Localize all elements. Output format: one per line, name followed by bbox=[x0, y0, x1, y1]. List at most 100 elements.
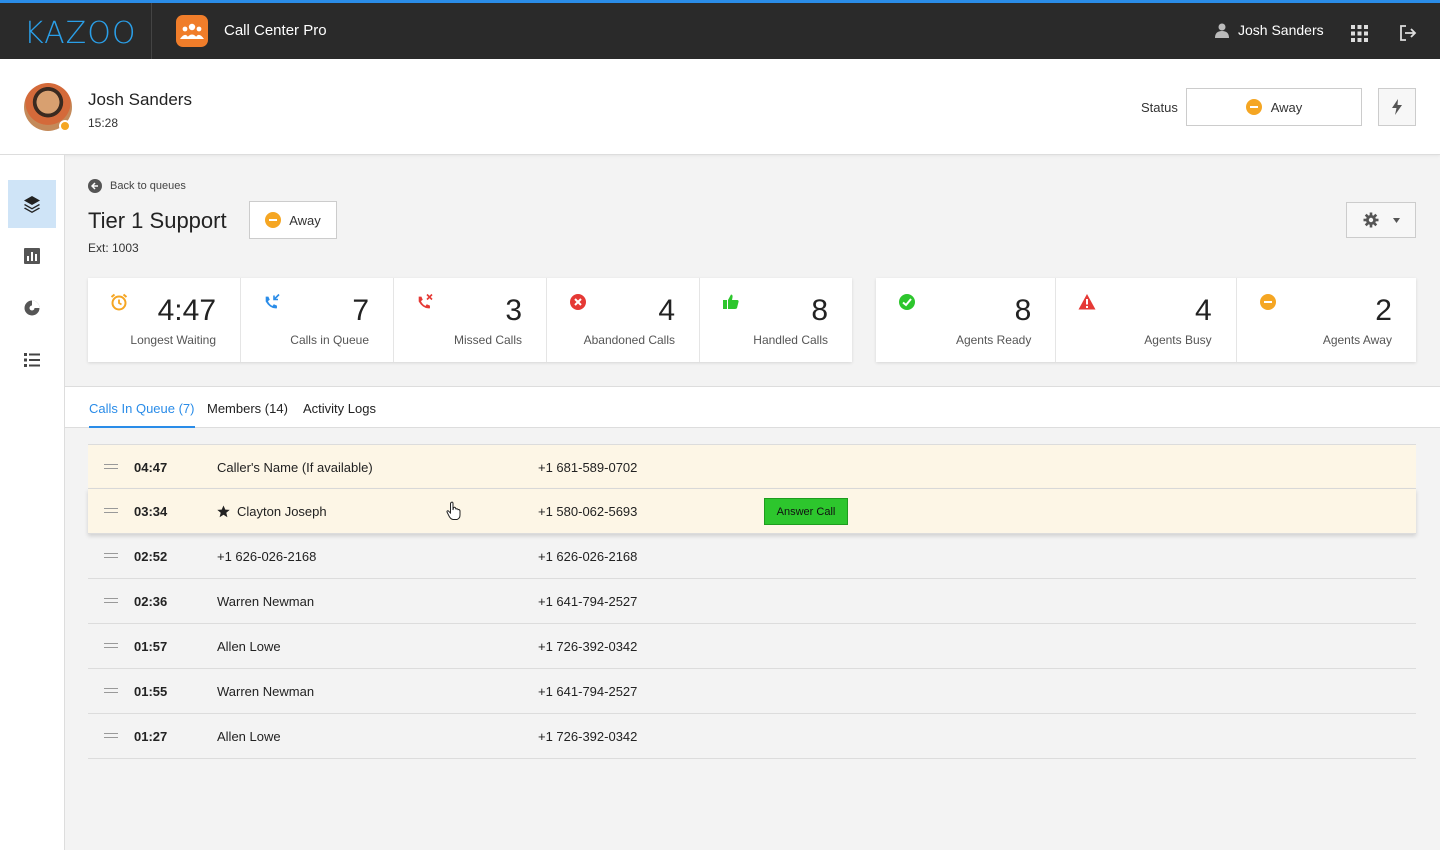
back-to-queues-label: Back to queues bbox=[110, 180, 186, 192]
drag-handle-icon[interactable] bbox=[104, 733, 118, 738]
answer-call-button[interactable]: Answer Call bbox=[764, 498, 848, 525]
queue-settings-button[interactable] bbox=[1346, 202, 1416, 238]
caller-name: Caller's Name (If available) bbox=[217, 460, 373, 475]
stat-value: 3 bbox=[505, 294, 522, 327]
stat-agents-ready: 8 Agents Ready bbox=[876, 278, 1057, 362]
drag-handle-icon[interactable] bbox=[104, 598, 118, 603]
stat-label: Missed Calls bbox=[453, 333, 522, 347]
stat-value: 8 bbox=[811, 294, 828, 327]
stat-value: 7 bbox=[352, 294, 369, 327]
drag-handle-icon[interactable] bbox=[104, 688, 118, 693]
caller-name: Warren Newman bbox=[217, 684, 314, 699]
stat-label: Abandoned Calls bbox=[583, 333, 675, 347]
drag-handle-icon[interactable] bbox=[104, 643, 118, 648]
stat-calls-in-queue: 7 Calls in Queue bbox=[241, 278, 394, 362]
call-row[interactable]: 02:36 Warren Newman +1 641-794-2527 bbox=[88, 579, 1416, 624]
status-label: Status bbox=[1141, 100, 1178, 115]
call-wait-time: 02:52 bbox=[134, 549, 168, 564]
agent-timer: 15:28 bbox=[88, 116, 119, 130]
avatar[interactable] bbox=[24, 83, 72, 132]
sidebar-item-reports[interactable] bbox=[8, 232, 56, 280]
call-wait-time: 03:34 bbox=[134, 504, 168, 519]
bar-chart-icon bbox=[24, 248, 40, 264]
call-row[interactable]: 01:57 Allen Lowe +1 726-392-0342 bbox=[88, 624, 1416, 669]
stat-handled-calls: 8 Handled Calls bbox=[700, 278, 852, 362]
call-row[interactable]: 01:27 Allen Lowe +1 726-392-0342 bbox=[88, 714, 1416, 759]
queue-status-value: Away bbox=[289, 212, 321, 228]
call-row[interactable]: 04:47 Caller's Name (If available) +1 68… bbox=[88, 444, 1416, 489]
star-icon bbox=[217, 505, 230, 518]
pie-chart-icon bbox=[24, 300, 40, 316]
agent-status-value: Away bbox=[1270, 99, 1303, 115]
sidebar-item-queues[interactable] bbox=[8, 180, 56, 228]
drag-handle-icon[interactable] bbox=[104, 553, 118, 558]
tab-calls-in-queue[interactable]: Calls In Queue (7) bbox=[89, 401, 195, 428]
apps-grid-icon[interactable] bbox=[1351, 25, 1368, 42]
top-user-menu[interactable]: Josh Sanders bbox=[1215, 22, 1324, 38]
agent-header: Josh Sanders 15:28 Status Away bbox=[0, 59, 1440, 155]
minus-circle-icon bbox=[1259, 294, 1276, 310]
call-wait-time: 04:47 bbox=[134, 460, 168, 475]
caret-down-icon bbox=[1392, 217, 1400, 223]
queue-tabs: Calls In Queue (7) Members (14) Activity… bbox=[65, 386, 1440, 428]
drag-handle-icon[interactable] bbox=[104, 464, 118, 469]
layers-icon bbox=[24, 196, 40, 213]
stat-label: Handled Calls bbox=[753, 333, 828, 347]
away-status-icon bbox=[265, 212, 282, 228]
stat-value: 2 bbox=[1375, 294, 1392, 327]
queue-status-button[interactable]: Away bbox=[249, 201, 337, 239]
caller-name: Allen Lowe bbox=[217, 729, 281, 744]
back-to-queues-link[interactable]: Back to queues bbox=[88, 179, 186, 193]
caller-name-text: Caller's Name (If available) bbox=[217, 460, 373, 475]
app-title: Call Center Pro bbox=[224, 22, 327, 39]
caller-number: +1 580-062-5693 bbox=[538, 504, 638, 519]
tab-members[interactable]: Members (14) bbox=[207, 401, 288, 426]
sidebar-item-analytics[interactable] bbox=[8, 284, 56, 332]
quick-action-button[interactable] bbox=[1378, 88, 1416, 126]
stat-label: Longest Waiting bbox=[130, 333, 216, 347]
stat-value: 4:47 bbox=[157, 294, 216, 327]
call-wait-time: 01:27 bbox=[134, 729, 168, 744]
call-wait-time: 02:36 bbox=[134, 594, 168, 609]
caller-name-text: +1 626-026-2168 bbox=[217, 549, 317, 564]
stat-longest-waiting: 4:47 Longest Waiting bbox=[88, 278, 241, 362]
stat-value: 4 bbox=[658, 294, 675, 327]
stat-missed-calls: 3 Missed Calls bbox=[394, 278, 547, 362]
caller-name-text: Allen Lowe bbox=[217, 639, 281, 654]
alarm-clock-icon bbox=[110, 293, 128, 311]
tab-activity-logs[interactable]: Activity Logs bbox=[303, 401, 376, 426]
hand-cursor-icon bbox=[446, 501, 461, 520]
check-circle-icon bbox=[899, 294, 915, 310]
caller-name: Allen Lowe bbox=[217, 639, 281, 654]
checklist-icon bbox=[24, 353, 40, 367]
caller-name: Warren Newman bbox=[217, 594, 314, 609]
away-status-icon bbox=[1245, 99, 1262, 115]
users-group-icon[interactable] bbox=[176, 15, 208, 47]
call-row[interactable]: 02:52 +1 626-026-2168 +1 626-026-2168 bbox=[88, 534, 1416, 579]
caller-number: +1 726-392-0342 bbox=[538, 639, 638, 654]
x-circle-icon bbox=[570, 294, 586, 310]
user-icon bbox=[1215, 23, 1229, 38]
caller-number: +1 626-026-2168 bbox=[538, 549, 638, 564]
caller-name-text: Warren Newman bbox=[217, 684, 315, 699]
logout-icon[interactable] bbox=[1399, 24, 1417, 42]
sidebar-item-tasks[interactable] bbox=[8, 336, 56, 384]
stat-label: Agents Away bbox=[1322, 333, 1392, 347]
stat-agents-busy: 4 Agents Busy bbox=[1056, 278, 1237, 362]
gear-icon bbox=[1363, 212, 1378, 228]
presence-dot bbox=[59, 120, 71, 132]
agent-status-select[interactable]: Away bbox=[1186, 88, 1362, 126]
kazoo-logo[interactable]: KAZOO bbox=[24, 16, 136, 51]
call-row[interactable]: 01:55 Warren Newman +1 641-794-2527 bbox=[88, 669, 1416, 714]
call-wait-time: 01:55 bbox=[134, 684, 168, 699]
call-row[interactable]: 03:34 Clayton Joseph +1 580-062-5693 Ans… bbox=[88, 489, 1416, 534]
drag-handle-icon[interactable] bbox=[104, 508, 118, 513]
warning-icon bbox=[1078, 294, 1096, 310]
top-user-name: Josh Sanders bbox=[1238, 22, 1324, 38]
agent-stats-panel: 8 Agents Ready 4 Agents Busy 2 Agents Aw… bbox=[876, 278, 1416, 362]
queue-title: Tier 1 Support bbox=[88, 208, 227, 233]
agent-name: Josh Sanders bbox=[88, 90, 192, 109]
calls-queue-list: 04:47 Caller's Name (If available) +1 68… bbox=[88, 444, 1416, 759]
sidebar bbox=[0, 155, 65, 850]
caller-number: +1 641-794-2527 bbox=[538, 684, 638, 699]
